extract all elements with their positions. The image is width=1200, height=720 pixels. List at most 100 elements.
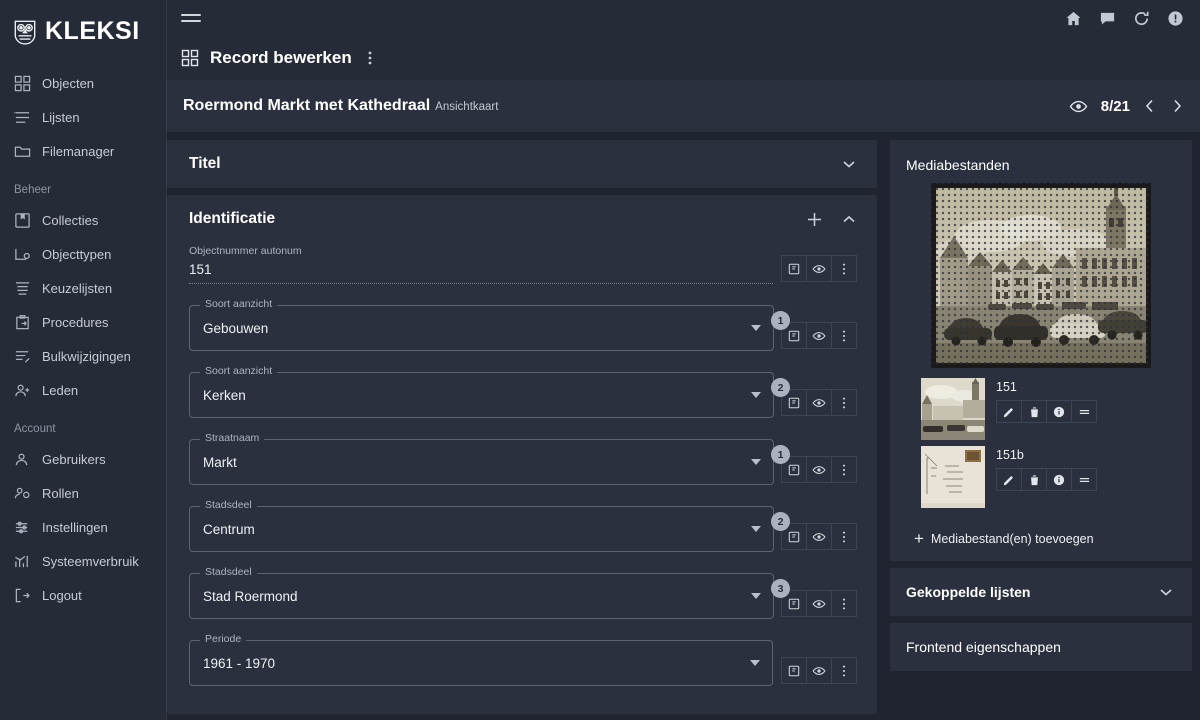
preview-button[interactable] (806, 590, 832, 617)
drag-handle-icon (1079, 477, 1089, 482)
sidebar-item-rollen[interactable]: Rollen (0, 476, 166, 510)
field-menu-button[interactable] (831, 322, 857, 349)
chevron-left-icon[interactable] (1143, 98, 1157, 114)
sidebar-item-objecten[interactable]: Objecten (0, 66, 166, 100)
info-icon (1053, 406, 1065, 417)
eye-icon (812, 331, 826, 340)
eye-icon (812, 264, 826, 273)
delete-media-button[interactable] (1021, 400, 1047, 423)
sidebar-item-collecties[interactable]: Collecties (0, 203, 166, 237)
panel-gekoppelde-lijsten[interactable]: Gekoppelde lijsten (890, 568, 1192, 616)
chevron-down-icon[interactable] (750, 660, 760, 666)
sidebar-item-logout[interactable]: Logout (0, 578, 166, 612)
soort-aanzicht-select-2[interactable]: Soort aanzicht Kerken (189, 366, 774, 418)
preview-button[interactable] (806, 389, 832, 416)
chevron-down-icon[interactable] (751, 392, 761, 398)
home-icon[interactable] (1065, 10, 1082, 27)
media-panel-title: Mediabestanden (906, 157, 1010, 173)
sidebar-item-keuzelijsten[interactable]: Keuzelijsten (0, 271, 166, 305)
chat-icon[interactable] (1099, 10, 1116, 27)
media-item-actions (996, 468, 1097, 491)
panel-titel-header[interactable]: Titel (167, 140, 877, 188)
field-menu-button[interactable] (831, 657, 857, 684)
reorder-media-handle[interactable] (1071, 468, 1097, 491)
chevron-down-icon[interactable] (751, 325, 761, 331)
sidebar-item-gebruikers[interactable]: Gebruikers (0, 442, 166, 476)
field-row: Soort aanzicht Kerken 2 (189, 365, 857, 418)
delete-media-button[interactable] (1021, 468, 1047, 491)
sidebar-item-systeemverbruik[interactable]: Systeemverbruik (0, 544, 166, 578)
reorder-media-handle[interactable] (1071, 400, 1097, 423)
alert-icon[interactable] (1167, 10, 1184, 27)
preview-button[interactable] (806, 523, 832, 550)
field-row: Periode 1961 - 1970 (189, 633, 857, 686)
periode-select[interactable]: Periode 1961 - 1970 (189, 634, 773, 686)
sidebar-item-filemanager[interactable]: Filemanager (0, 134, 166, 168)
eye-icon[interactable] (1069, 97, 1088, 116)
objectnummer-field[interactable]: Objectnummer autonum 151 (189, 245, 773, 284)
note-button[interactable] (781, 657, 807, 684)
sidebar-item-label: Logout (42, 587, 82, 603)
book-icon (15, 212, 30, 228)
field-row: Straatnaam Markt 1 (189, 432, 857, 485)
panel-title: Frontend eigenschappen (906, 639, 1061, 655)
plus-icon[interactable] (806, 211, 823, 228)
more-vertical-icon[interactable] (363, 49, 377, 67)
sidebar-item-instellingen[interactable]: Instellingen (0, 510, 166, 544)
sidebar-item-label: Lijsten (42, 109, 80, 125)
stadsdeel-select-1[interactable]: Stadsdeel Centrum (189, 500, 774, 552)
sidebar-section-account: Account (14, 423, 56, 435)
straatnaam-select[interactable]: Straatnaam Markt (189, 433, 774, 485)
chevron-down-icon[interactable] (841, 156, 857, 172)
roles-icon (14, 487, 30, 498)
field-menu-button[interactable] (831, 456, 857, 483)
preview-button[interactable] (806, 322, 832, 349)
media-thumbnail[interactable] (921, 446, 985, 508)
media-info-button[interactable] (1046, 468, 1072, 491)
soort-aanzicht-select-1[interactable]: Soort aanzicht Gebouwen (189, 299, 774, 351)
chevron-right-icon[interactable] (1170, 98, 1184, 114)
field-menu-button[interactable] (831, 590, 857, 617)
field-menu-button[interactable] (831, 389, 857, 416)
preview-button[interactable] (806, 456, 832, 483)
hero-image[interactable] (931, 183, 1151, 368)
chevron-down-icon[interactable] (751, 593, 761, 599)
chevron-up-icon[interactable] (841, 211, 857, 227)
preview-button[interactable] (806, 255, 832, 282)
record-subtitle: Ansichtkaart (435, 101, 499, 113)
media-info-button[interactable] (1046, 400, 1072, 423)
field-badge: 1 (771, 445, 790, 464)
stadsdeel-select-2[interactable]: Stadsdeel Stad Roermond (189, 567, 774, 619)
media-thumbnail[interactable] (921, 378, 985, 440)
add-media-button[interactable]: + Mediabestand(en) toevoegen (890, 508, 1192, 547)
panel-identificatie: Identificatie Objectnummer autonum 151 S… (167, 195, 877, 714)
preview-button[interactable] (806, 657, 832, 684)
chevron-down-icon[interactable] (1158, 584, 1174, 600)
note-icon (788, 598, 800, 609)
sidebar-item-leden[interactable]: Leden (0, 373, 166, 407)
sidebar-item-bulkwijzigingen[interactable]: Bulkwijzigingen (0, 339, 166, 373)
more-vertical-icon (842, 665, 846, 676)
refresh-icon[interactable] (1133, 10, 1150, 27)
panel-identificatie-header[interactable]: Identificatie (167, 195, 877, 243)
chevron-down-icon[interactable] (751, 459, 761, 465)
brand-logo[interactable]: KLEKSI (0, 0, 166, 48)
note-button[interactable] (781, 255, 807, 282)
panel-frontend-eigenschappen[interactable]: Frontend eigenschappen (890, 623, 1192, 671)
eye-icon (812, 465, 826, 474)
field-menu-button[interactable] (831, 523, 857, 550)
trash-icon (1030, 474, 1038, 485)
sidebar-item-objecttypen[interactable]: Objecttypen (0, 237, 166, 271)
members-icon (15, 384, 30, 396)
sidebar-item-label: Leden (42, 382, 79, 398)
sidebar-item-lijsten[interactable]: Lijsten (0, 100, 166, 134)
hamburger-icon[interactable] (181, 10, 201, 26)
field-value: 1961 - 1970 (203, 655, 276, 671)
edit-media-button[interactable] (996, 468, 1022, 491)
chevron-down-icon[interactable] (751, 526, 761, 532)
field-row: Stadsdeel Centrum 2 (189, 499, 857, 552)
grid-icon (181, 49, 199, 67)
field-menu-button[interactable] (831, 255, 857, 282)
sidebar-item-procedures[interactable]: Procedures (0, 305, 166, 339)
edit-media-button[interactable] (996, 400, 1022, 423)
